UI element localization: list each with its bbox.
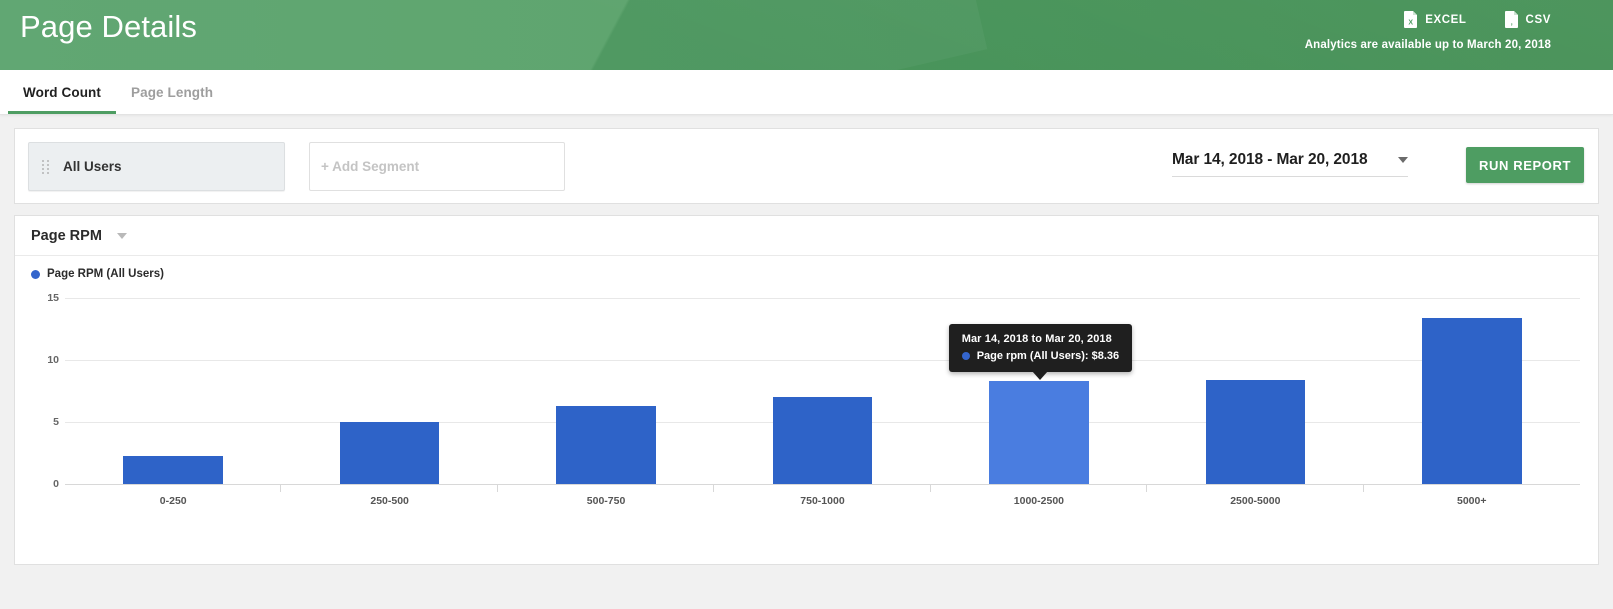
- tab-page-length-label: Page Length: [130, 84, 214, 100]
- chart-panel: Page RPM Page RPM (All Users) 0 5 10 15 0-2…: [14, 215, 1599, 565]
- x-axis-tick-label: 2500-5000: [1230, 495, 1281, 507]
- x-axis-tick-label: 0-250: [159, 495, 187, 507]
- chart-bar-cell[interactable]: 2500-5000: [1147, 286, 1364, 507]
- date-range-selector[interactable]: Mar 14, 2018 - Mar 20, 2018: [1172, 151, 1408, 177]
- x-axis-tick-label: 750-1000: [800, 495, 845, 507]
- tooltip-value-row: Page rpm (All Users): $8.36: [961, 349, 1120, 362]
- export-excel-label: EXCEL: [1425, 13, 1467, 26]
- excel-file-icon: X: [1404, 11, 1418, 28]
- svg-text:,: ,: [1510, 20, 1513, 27]
- tooltip-title: Mar 14, 2018 to Mar 20, 2018: [961, 332, 1112, 345]
- legend-color-dot: [31, 269, 40, 279]
- csv-file-icon: ,: [1504, 11, 1519, 28]
- y-axis-tick-label: 10: [47, 354, 59, 367]
- tab-word-count[interactable]: Word Count: [8, 70, 116, 114]
- chart-legend: Page RPM (All Users): [15, 256, 1598, 280]
- tab-bar: Word Count Page Length: [0, 70, 1613, 115]
- chart-bar[interactable]: [1421, 318, 1522, 484]
- date-range-label: Mar 14, 2018 - Mar 20, 2018: [1172, 151, 1368, 168]
- x-axis-tick-label: 5000+: [1456, 495, 1487, 507]
- chart-axis-line: [65, 484, 1580, 485]
- metric-selector-label[interactable]: Page RPM: [31, 228, 102, 244]
- chart-bar-cell[interactable]: 0-250: [65, 286, 282, 507]
- chart-bar[interactable]: [772, 397, 873, 484]
- export-actions: X EXCEL , CSV: [1404, 11, 1551, 28]
- run-report-button[interactable]: RUN REPORT: [1466, 147, 1584, 183]
- tooltip-color-dot: [961, 351, 970, 360]
- x-axis-tick-label: 250-500: [370, 495, 409, 507]
- export-csv-button[interactable]: , CSV: [1504, 11, 1551, 28]
- chart-tooltip: Mar 14, 2018 to Mar 20, 2018 Page rpm (Al…: [948, 323, 1133, 380]
- chart-bars: 0-250 250-500 500-750 750-1000 1000-2500 2500…: [65, 286, 1580, 507]
- analytics-availability-note: Analytics are available up to March 20, …: [1304, 39, 1551, 51]
- chart-bar-cell[interactable]: 1000-2500: [931, 286, 1148, 507]
- metric-chevron-down-icon[interactable]: [116, 232, 127, 239]
- export-csv-label: CSV: [1525, 13, 1551, 26]
- y-axis-tick-label: 5: [53, 416, 59, 429]
- export-excel-button[interactable]: X EXCEL: [1404, 11, 1466, 28]
- y-axis-tick-label: 15: [47, 292, 59, 305]
- chevron-down-icon: [1398, 157, 1408, 163]
- segment-chip-all-users[interactable]: All Users: [28, 142, 285, 191]
- y-axis-tick-label: 0: [53, 478, 59, 490]
- legend-label: Page RPM (All Users): [47, 268, 164, 280]
- add-segment-button[interactable]: + Add Segment: [309, 142, 565, 191]
- drag-handle-icon[interactable]: [42, 158, 52, 175]
- chart-bar-cell[interactable]: 5000+: [1364, 286, 1580, 507]
- chart-bar[interactable]: [339, 422, 440, 484]
- bar-chart-plot: 0 5 10 15 0-250 250-500 500-750 750-1000 1000-2…: [15, 286, 1598, 536]
- chart-bar[interactable]: [123, 455, 223, 484]
- segment-chip-label: All Users: [63, 159, 122, 174]
- chart-bar-cell[interactable]: 500-750: [498, 286, 715, 507]
- tab-page-length[interactable]: Page Length: [116, 70, 228, 114]
- tab-word-count-label: Word Count: [23, 84, 101, 100]
- chart-bar[interactable]: [556, 406, 656, 484]
- chart-bar[interactable]: [1205, 380, 1306, 484]
- segment-and-date-panel: All Users + Add Segment Mar 14, 2018 - M…: [14, 128, 1599, 204]
- chart-bar-cell[interactable]: 750-1000: [714, 286, 932, 507]
- svg-text:X: X: [1409, 20, 1414, 27]
- tooltip-value-text: Page rpm (All Users): $8.36: [976, 349, 1120, 362]
- x-axis-tick-label: 500-750: [586, 495, 626, 507]
- metric-selector-bar: Page RPM: [15, 216, 1598, 256]
- chart-bar[interactable]: [989, 380, 1089, 484]
- x-axis-tick-label: 1000-2500: [1013, 495, 1064, 507]
- chart-bar-cell[interactable]: 250-500: [281, 286, 499, 507]
- page-header: Page Details X EXCEL , CSV Analytics are…: [0, 0, 1613, 70]
- page-title: Page Details: [20, 9, 197, 44]
